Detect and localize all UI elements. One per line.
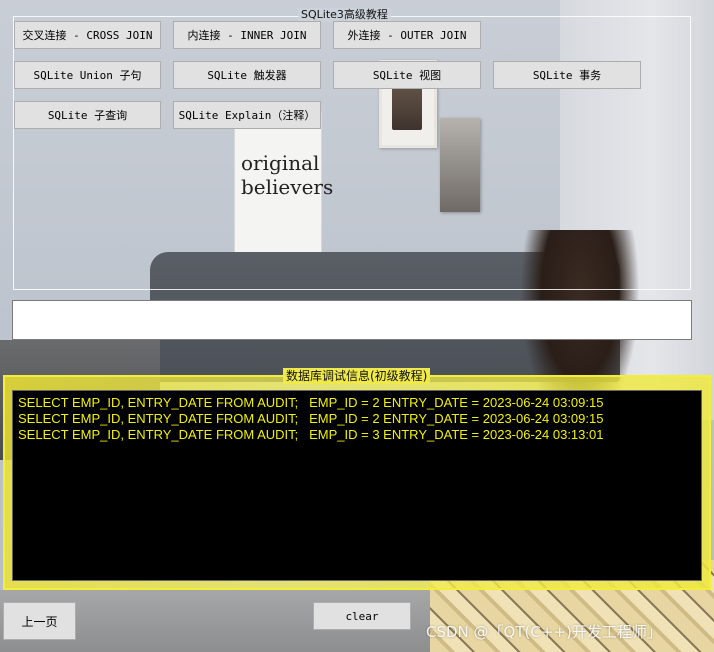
trigger-button[interactable]: SQLite 触发器	[173, 61, 321, 89]
log-line: SELECT EMP_ID, ENTRY_DATE FROM AUDIT; EM…	[18, 427, 604, 442]
transaction-button[interactable]: SQLite 事务	[493, 61, 641, 89]
advanced-tutorial-group-title: SQLite3高级教程	[298, 8, 391, 22]
explain-button[interactable]: SQLite Explain（注释）	[173, 101, 321, 129]
view-button[interactable]: SQLite 视图	[333, 61, 481, 89]
debug-log-textbox[interactable]: SELECT EMP_ID, ENTRY_DATE FROM AUDIT; EM…	[12, 390, 702, 581]
outer-join-button[interactable]: 外连接 - OUTER JOIN	[333, 21, 481, 49]
union-button[interactable]: SQLite Union 子句	[14, 61, 161, 89]
sql-input-field[interactable]	[12, 300, 692, 340]
subquery-button[interactable]: SQLite 子查询	[14, 101, 161, 129]
csdn-watermark: CSDN @「QT(C++)开发工程师」	[426, 623, 662, 641]
log-line: SELECT EMP_ID, ENTRY_DATE FROM AUDIT; EM…	[18, 395, 604, 410]
advanced-tutorial-group	[13, 16, 691, 290]
previous-page-button[interactable]: 上一页	[3, 602, 76, 640]
cross-join-button[interactable]: 交叉连接 - CROSS JOIN	[14, 21, 161, 49]
clear-button[interactable]: clear	[313, 602, 411, 630]
inner-join-button[interactable]: 内连接 - INNER JOIN	[173, 21, 321, 49]
debug-info-group-title: 数据库调试信息(初级教程)	[283, 368, 431, 384]
log-line: SELECT EMP_ID, ENTRY_DATE FROM AUDIT; EM…	[18, 411, 604, 426]
